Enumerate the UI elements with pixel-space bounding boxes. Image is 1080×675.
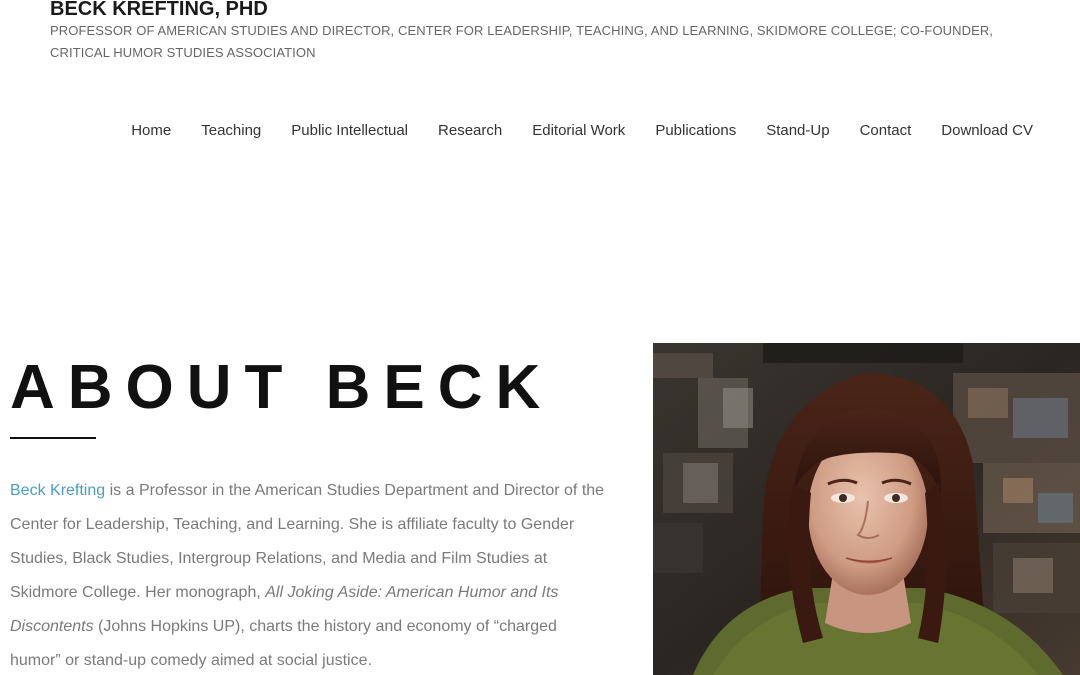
nav-item-editorial-work[interactable]: Editorial Work bbox=[517, 120, 640, 142]
portrait-image bbox=[653, 343, 1080, 675]
site-title[interactable]: BECK KREFTING, PHD bbox=[50, 0, 268, 21]
nav-item-home[interactable]: Home bbox=[116, 120, 186, 142]
portrait-photo bbox=[653, 343, 1080, 675]
bio-paragraph: Beck Krefting is a Professor in the Amer… bbox=[10, 474, 610, 675]
nav-item-contact[interactable]: Contact bbox=[845, 120, 927, 142]
nav-item-teaching[interactable]: Teaching bbox=[186, 120, 276, 142]
bio-name-link[interactable]: Beck Krefting bbox=[10, 482, 105, 499]
nav-item-stand-up[interactable]: Stand-Up bbox=[751, 120, 844, 142]
nav-item-research[interactable]: Research bbox=[423, 120, 517, 142]
site-tagline: PROFESSOR OF AMERICAN STUDIES AND DIRECT… bbox=[50, 23, 994, 60]
nav-item-download-cv[interactable]: Download CV bbox=[926, 120, 1033, 142]
heading-divider bbox=[10, 437, 96, 439]
nav-item-publications[interactable]: Publications bbox=[640, 120, 751, 142]
about-heading: ABOUT BECK bbox=[10, 353, 554, 422]
nav-item-public-intellectual[interactable]: Public Intellectual bbox=[276, 120, 423, 142]
main-nav: Home Teaching Public Intellectual Resear… bbox=[116, 120, 1033, 142]
